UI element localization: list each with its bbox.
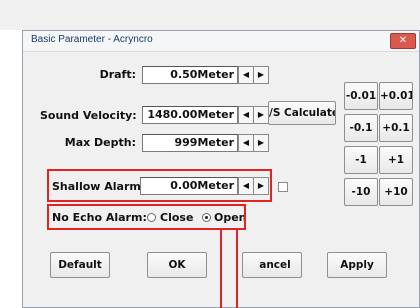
annotation-line-left	[220, 230, 222, 308]
shallow-alarm-checkbox[interactable]	[278, 182, 288, 192]
sound-velocity-increment-button[interactable]: ▶	[253, 106, 269, 124]
draft-label: Draft:	[99, 68, 136, 81]
step-plus-1-button[interactable]: +1	[379, 146, 413, 174]
step-minus-10-button[interactable]: -10	[344, 178, 378, 206]
default-button[interactable]: Default	[50, 252, 110, 278]
max-depth-decrement-button[interactable]: ◀	[238, 134, 254, 152]
arrow-left-icon: ◀	[242, 181, 250, 190]
sound-velocity-decrement-button[interactable]: ◀	[238, 106, 254, 124]
close-icon: ✕	[398, 35, 408, 46]
step-minus-0-1-button[interactable]: -0.1	[344, 114, 378, 142]
cancel-button[interactable]: ancel	[242, 252, 302, 278]
window-title: Basic Parameter - Acryncro	[31, 34, 153, 45]
arrow-left-icon: ◀	[242, 70, 250, 79]
max-depth-increment-button[interactable]: ▶	[253, 134, 269, 152]
max-depth-label: Max Depth:	[64, 136, 136, 149]
sound-velocity-field[interactable]: 1480.00Meter	[142, 106, 238, 124]
step-minus-0-01-button[interactable]: -0.01	[344, 82, 378, 110]
close-radio-label: Close	[160, 211, 194, 224]
calculate-button[interactable]: /S Calculate	[268, 101, 336, 125]
shallow-alarm-decrement-button[interactable]: ◀	[238, 177, 254, 195]
step-plus-10-button[interactable]: +10	[379, 178, 413, 206]
draft-increment-button[interactable]: ▶	[253, 66, 269, 84]
background-strip	[0, 0, 420, 30]
close-radio[interactable]	[147, 213, 156, 222]
draft-decrement-button[interactable]: ◀	[238, 66, 254, 84]
draft-field[interactable]: 0.50Meter	[142, 66, 238, 84]
shallow-alarm-field[interactable]: 0.00Meter	[140, 177, 238, 195]
ok-button[interactable]: OK	[147, 252, 207, 278]
arrow-right-icon: ▶	[257, 181, 265, 190]
arrow-right-icon: ▶	[257, 110, 265, 119]
arrow-left-icon: ◀	[242, 138, 250, 147]
no-echo-alarm-label: No Echo Alarm:	[52, 211, 147, 224]
arrow-right-icon: ▶	[257, 70, 265, 79]
annotation-line-right	[236, 230, 238, 308]
arrow-right-icon: ▶	[257, 138, 265, 147]
open-radio-label: Open	[214, 211, 247, 224]
sound-velocity-label: Sound Velocity:	[40, 109, 137, 122]
shallow-alarm-label: Shallow Alarm:	[52, 180, 146, 193]
shallow-alarm-increment-button[interactable]: ▶	[253, 177, 269, 195]
close-button[interactable]: ✕	[390, 33, 416, 49]
arrow-left-icon: ◀	[242, 110, 250, 119]
title-bar: Basic Parameter - Acryncro ✕	[23, 31, 419, 52]
step-plus-0-1-button[interactable]: +0.1	[379, 114, 413, 142]
step-minus-1-button[interactable]: -1	[344, 146, 378, 174]
max-depth-field[interactable]: 999Meter	[142, 134, 238, 152]
apply-button[interactable]: Apply	[327, 252, 387, 278]
step-plus-0-01-button[interactable]: +0.01	[379, 82, 413, 110]
open-radio[interactable]	[202, 213, 211, 222]
